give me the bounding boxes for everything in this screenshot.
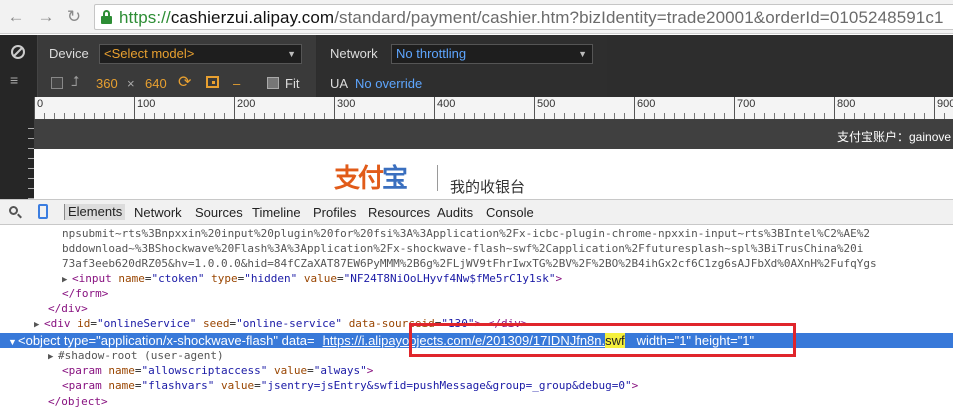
ruler-label: 300 (337, 98, 356, 110)
account-text: 支付宝账户：gainove (837, 130, 952, 144)
disable-emulation-icon[interactable] (11, 45, 25, 59)
dom-line-object-close[interactable]: </object> (48, 394, 108, 409)
ruler-major-tick (834, 97, 835, 119)
url-scheme: https:// (119, 8, 171, 27)
emulation-side-controls: ≡ (0, 35, 38, 97)
dom-line-param-2[interactable]: <param name="flashvars" value="jsentry=j… (62, 378, 638, 393)
ruler-major-tick (334, 97, 335, 119)
ruler-label: 100 (137, 98, 156, 110)
ruler-major-tick (134, 97, 135, 119)
lock-icon (101, 10, 112, 24)
height-value[interactable]: 640 (145, 76, 167, 91)
network-throttling-select[interactable]: No throttling ▼ (391, 44, 593, 64)
ruler-label: 700 (737, 98, 756, 110)
device-label: Device (49, 46, 89, 61)
chevron-down-icon: ▼ (287, 49, 296, 59)
ruler-label: 200 (237, 98, 256, 110)
tab-elements[interactable]: Elements (64, 204, 126, 220)
rotate-corner-icon[interactable]: ⮥ (71, 73, 79, 90)
url-text: https://cashierzui.alipay.com/standard/p… (119, 8, 944, 28)
ruler-label: 0 (37, 98, 44, 110)
logo-text-part1: 支付 (334, 164, 384, 194)
dom-line-input[interactable]: ▶ <input name="ctoken" type="hidden" valu… (62, 271, 562, 286)
device-checkbox[interactable] (51, 77, 63, 89)
ua-value[interactable]: No override (355, 76, 422, 91)
tab-profiles[interactable]: Profiles (313, 205, 356, 220)
device-model-select[interactable]: <Select model> ▼ (99, 44, 302, 64)
device-emulation-toolbar: ≡ Device <Select model> ▼ ⮥ 360 × 640 ⟳ … (0, 35, 953, 97)
swap-dimensions-icon[interactable]: ⟳ (178, 72, 191, 92)
horizontal-ruler: 0 100 200 300 400 500 600 700 800 900 (0, 97, 953, 119)
alipay-logo: 支付宝 (334, 158, 408, 195)
back-arrow-icon[interactable]: ← (6, 7, 26, 27)
fit-label: Fit (285, 76, 300, 91)
pixel-ratio-dash: – (233, 76, 241, 91)
devtools-tab-bar: Elements Network Sources Timeline Profil… (0, 199, 953, 225)
chevron-down-icon: ▼ (578, 49, 587, 59)
dom-tree: npsubmit~rts%3Bnpxxin%20input%20plugin%2… (0, 226, 953, 409)
device-panel: Device <Select model> ▼ ⮥ 360 × 640 ⟳ – … (38, 35, 316, 97)
dom-line-param-1[interactable]: <param name="allowscriptaccess" value="a… (62, 363, 373, 378)
dom-text-line[interactable]: 73af3eeb620dRZ05&hv=1.0.0.0&hid=84fCZaXA… (62, 256, 877, 271)
ruler-major-tick (734, 97, 735, 119)
ruler-scale: 0 100 200 300 400 500 600 700 800 900 (34, 97, 953, 119)
inspect-search-icon[interactable] (9, 206, 22, 219)
dom-line-form-close[interactable]: </form> (62, 286, 108, 301)
ruler-label: 400 (437, 98, 456, 110)
dom-text-line[interactable]: bddownload~%3BShockwave%20Flash%3A%3Appl… (62, 241, 863, 256)
forward-arrow-icon[interactable]: → (36, 7, 56, 27)
network-throttling-value: No throttling (396, 46, 467, 61)
url-input[interactable]: https://cashierzui.alipay.com/standard/p… (94, 4, 953, 30)
ruler-major-tick (34, 97, 35, 119)
tab-network[interactable]: Network (134, 205, 182, 220)
device-model-value: <Select model> (104, 46, 195, 61)
cashier-title: 我的收银台 (450, 179, 526, 196)
device-mode-icon[interactable] (38, 204, 48, 219)
reload-icon[interactable]: ↻ (64, 7, 84, 27)
tab-sources[interactable]: Sources (195, 205, 243, 220)
url-host: cashierzui.alipay.com (170, 8, 335, 27)
page-top-bar (34, 119, 953, 149)
ruler-major-tick (434, 97, 435, 119)
ruler-major-tick (534, 97, 535, 119)
address-bar: ← → ↻ https://cashierzui.alipay.com/stan… (0, 0, 953, 34)
ruler-major-tick (634, 97, 635, 119)
dom-text-line[interactable]: npsubmit~rts%3Bnpxxin%20input%20plugin%2… (62, 226, 870, 241)
drawer-toggle-icon[interactable]: ≡ (10, 73, 18, 87)
network-panel: Network No throttling ▼ UA No override (317, 35, 607, 97)
logo-divider (437, 165, 438, 191)
tab-audits[interactable]: Audits (437, 205, 473, 220)
ruler-major-tick (234, 97, 235, 119)
ruler-label: 600 (637, 98, 656, 110)
times-sign: × (127, 76, 135, 91)
vertical-ruler (0, 119, 34, 199)
ua-label: UA (330, 76, 349, 91)
dom-line-shadow-root[interactable]: ▶ #shadow-root (user-agent) (48, 348, 224, 363)
dom-line-div-close[interactable]: </div> (48, 301, 88, 316)
ruler-major-tick (934, 97, 935, 119)
fit-checkbox[interactable] (267, 77, 279, 89)
url-path: /standard/payment/cashier.htm?bizIdentit… (334, 8, 944, 27)
tab-resources[interactable]: Resources (368, 205, 430, 220)
ruler-label: 500 (537, 98, 556, 110)
annotation-highlight-box (409, 323, 796, 357)
ruler-label: 900 (937, 98, 953, 110)
width-value[interactable]: 360 (96, 76, 118, 91)
network-label: Network (330, 46, 378, 61)
ruler-label: 800 (837, 98, 856, 110)
logo-text-part2: 宝 (382, 164, 408, 194)
device-pixel-ratio-icon[interactable] (206, 76, 219, 88)
tab-console[interactable]: Console (486, 205, 534, 220)
tab-timeline[interactable]: Timeline (252, 205, 301, 220)
